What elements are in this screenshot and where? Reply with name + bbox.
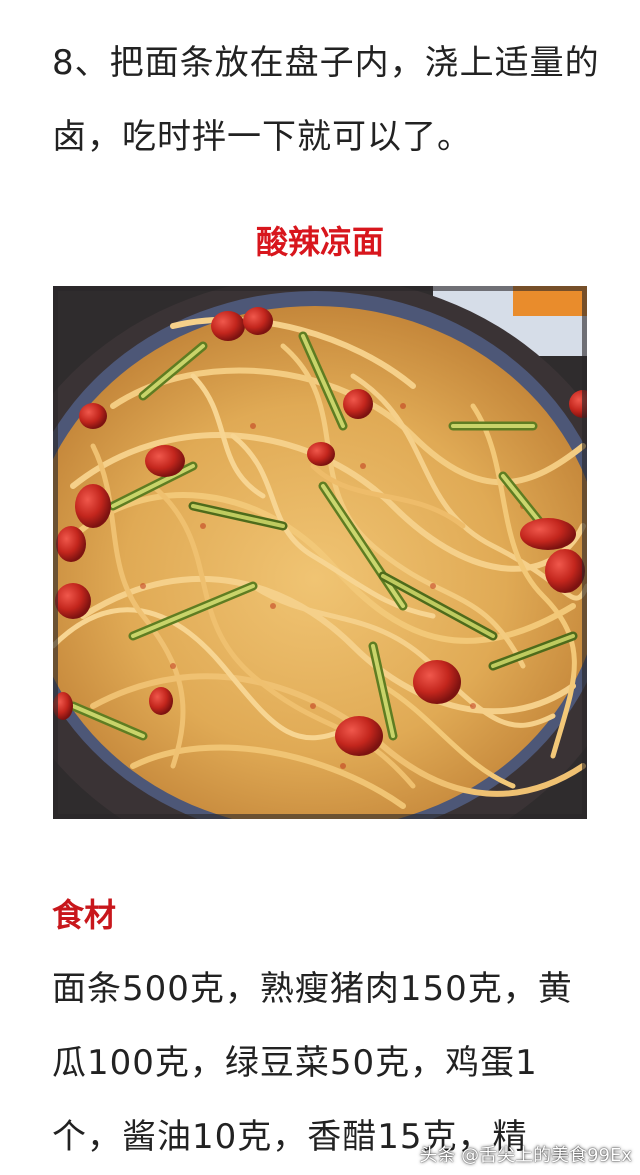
step-8-text: 8、把面条放在盘子内，浇上适量的卤，吃时拌一下就可以了。 <box>52 43 600 157</box>
noodle-dish-photo <box>53 286 587 819</box>
source-watermark: 头条 @舌尖上的美食99Ex <box>419 1145 632 1166</box>
ingredients-heading: 食材 <box>52 896 117 934</box>
recipe-title: 酸辣凉面 <box>255 223 384 261</box>
